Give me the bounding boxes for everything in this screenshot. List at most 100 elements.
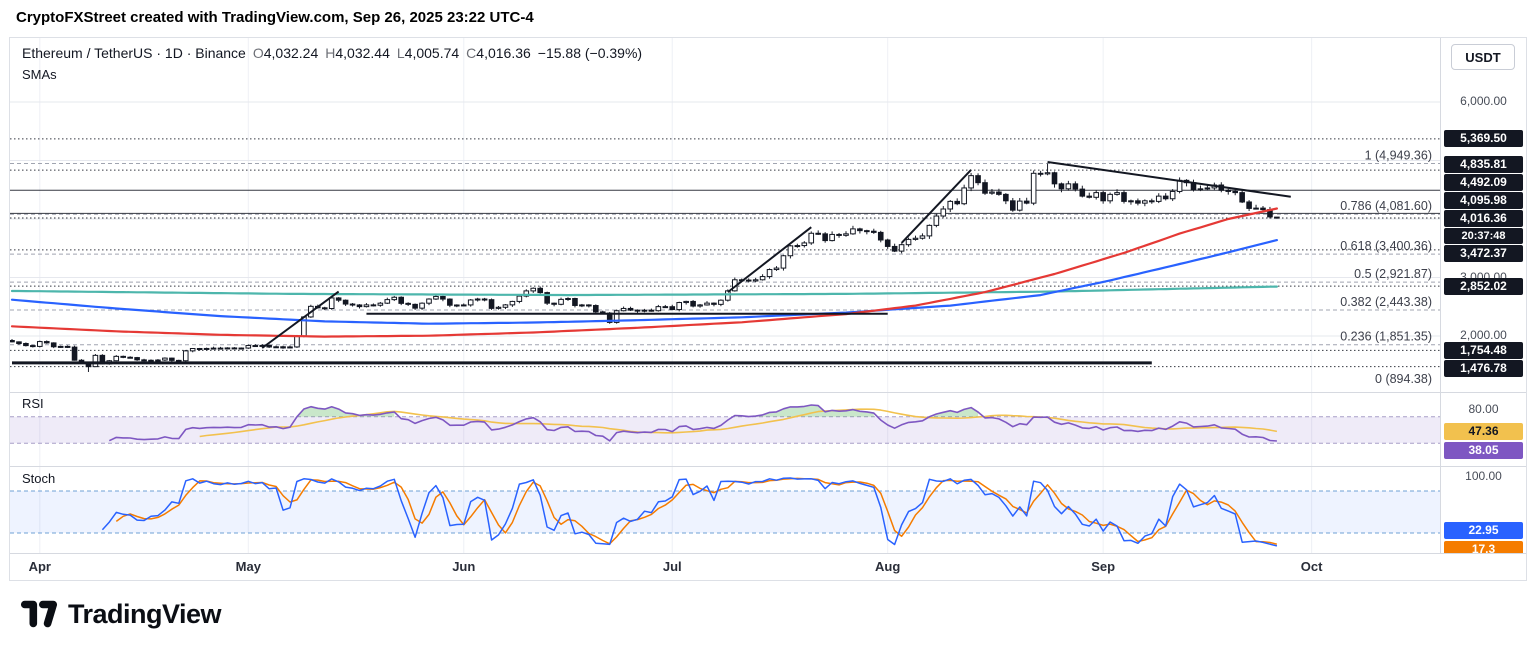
- price-level-badge: 4,492.09: [1444, 174, 1523, 191]
- ohlc-value: L4,005.74: [397, 45, 459, 61]
- candle-body: [329, 298, 334, 309]
- candle-body: [1254, 208, 1259, 209]
- rsi-band: [10, 417, 1440, 443]
- candle-body: [246, 346, 251, 349]
- candle-body: [566, 299, 571, 300]
- candle-body: [948, 201, 953, 209]
- pane-separator[interactable]: [10, 392, 1526, 393]
- candle-body: [197, 349, 202, 350]
- fib-level-label: 0.236 (1,851.35): [1340, 330, 1432, 344]
- candle-body: [448, 299, 453, 305]
- candle-body: [837, 234, 842, 235]
- candle-body: [802, 243, 807, 246]
- tradingview-branding[interactable]: TradingView: [20, 598, 221, 630]
- candle-body: [663, 307, 668, 308]
- candle-body: [767, 270, 772, 277]
- fib-level-label: 0.618 (3,400.36): [1340, 239, 1432, 253]
- candle-body: [232, 348, 237, 349]
- pane-separator[interactable]: [10, 466, 1526, 467]
- candle-body: [378, 303, 383, 305]
- candle-body: [281, 347, 286, 348]
- candle-body: [628, 308, 633, 310]
- candle-body: [552, 303, 557, 304]
- candle-body: [844, 234, 849, 235]
- candle-body: [288, 347, 293, 348]
- symbol-title[interactable]: Ethereum / TetherUS · 1D · Binance: [22, 45, 246, 61]
- candle-body: [559, 299, 564, 304]
- candle-body: [239, 348, 244, 349]
- candle-body: [573, 299, 578, 306]
- indicator-label-stoch[interactable]: Stoch: [22, 471, 55, 486]
- candle-body: [441, 296, 446, 299]
- chart-canvas[interactable]: 1 (4,949.36)0.786 (4,081.60)0.618 (3,400…: [10, 38, 1440, 580]
- rsi-value-badge: 38.05: [1444, 442, 1523, 459]
- candle-body: [920, 236, 925, 238]
- candle-body: [211, 348, 216, 349]
- candle-body: [1080, 189, 1085, 196]
- indicator-label-smas[interactable]: SMAs: [22, 67, 57, 82]
- price-scale[interactable]: USDT 6,000.003,000.002,000.0080.00100.00…: [1440, 38, 1526, 580]
- candle-body: [927, 225, 932, 236]
- candle-body: [830, 234, 835, 240]
- candle-body: [594, 306, 599, 312]
- candle-body: [455, 305, 460, 306]
- candle-body: [204, 348, 209, 349]
- candle-body: [44, 342, 49, 343]
- stoch-axis-label: 100.00: [1441, 469, 1526, 483]
- candle-body: [1094, 193, 1099, 198]
- candle-body: [997, 192, 1002, 194]
- ohlc-value: O4,032.24: [253, 45, 318, 61]
- price-level-badge: 5,369.50: [1444, 130, 1523, 147]
- candle-body: [1024, 201, 1029, 203]
- price-axis-label: 2,000.00: [1441, 328, 1526, 342]
- candle-body: [399, 297, 404, 303]
- tradingview-logo-icon: [20, 598, 58, 630]
- current-price-badge: 4,016.36: [1444, 210, 1523, 227]
- candle-body: [482, 299, 487, 300]
- bar-countdown-badge: 20:37:48: [1444, 228, 1523, 244]
- time-axis[interactable]: AprMayJunJulAugSepOct: [10, 553, 1526, 580]
- candle-body: [357, 305, 362, 307]
- sma-red-line: [12, 209, 1277, 337]
- candle-body: [788, 246, 793, 256]
- fib-level-label: 0 (894.38): [1375, 372, 1432, 386]
- month-axis-label: Jul: [663, 559, 682, 574]
- candle-body: [218, 348, 223, 349]
- candle-body: [1066, 184, 1071, 189]
- candle-body: [746, 280, 751, 281]
- indicator-label-rsi[interactable]: RSI: [22, 396, 44, 411]
- candle-body: [1017, 201, 1022, 210]
- candle-body: [1004, 194, 1009, 200]
- candle-body: [503, 305, 508, 307]
- candle-body: [858, 229, 863, 231]
- rsi-overbought-fill: [297, 407, 394, 417]
- candle-body: [177, 360, 182, 361]
- tradingview-chart-screenshot: CryptoFXStreet created with TradingView.…: [0, 0, 1536, 662]
- candle-body: [1156, 196, 1161, 201]
- month-axis-label: Aug: [875, 559, 900, 574]
- month-axis-label: Apr: [29, 559, 51, 574]
- currency-toggle-button[interactable]: USDT: [1451, 44, 1515, 70]
- candle-body: [809, 233, 814, 243]
- candle-body: [295, 336, 300, 347]
- candle-body: [1052, 173, 1057, 184]
- candle-body: [31, 346, 36, 347]
- attribution-text: CryptoFXStreet created with TradingView.…: [16, 9, 534, 26]
- candle-body: [816, 233, 821, 234]
- candle-body: [1101, 193, 1106, 201]
- candle-body: [976, 176, 981, 183]
- candle-body: [350, 304, 355, 305]
- candle-body: [434, 296, 439, 299]
- candle-body: [955, 201, 960, 203]
- price-level-badge: 3,472.37: [1444, 245, 1523, 262]
- candle-body: [1163, 196, 1168, 199]
- tradingview-logo-text: TradingView: [68, 599, 221, 630]
- candle-body: [489, 300, 494, 309]
- candle-body: [621, 308, 626, 310]
- candle-body: [906, 239, 911, 244]
- candle-body: [183, 351, 188, 361]
- candle-body: [892, 246, 897, 251]
- candle-body: [336, 298, 341, 300]
- candle-body: [510, 301, 515, 304]
- candle-body: [649, 310, 654, 311]
